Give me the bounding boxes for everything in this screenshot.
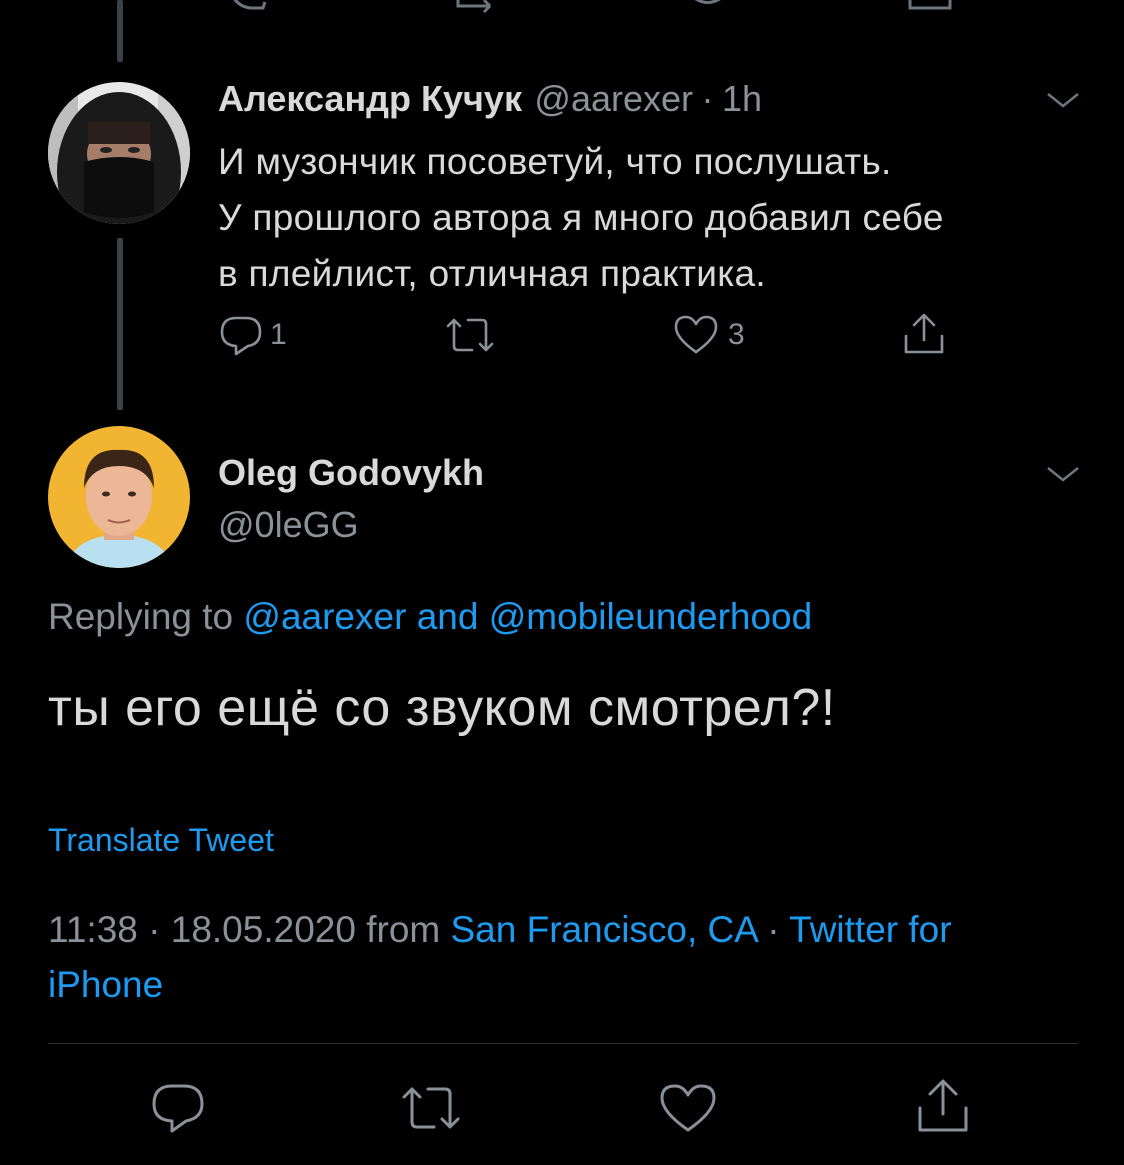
reply-tweet-menu-chevron-icon[interactable] [1044,88,1082,117]
retweet-icon[interactable] [450,0,510,15]
main-action-reply[interactable] [150,1080,206,1141]
main-action-like[interactable] [658,1080,718,1141]
tweet-time: 11:38 [48,909,138,950]
reply-author-name[interactable]: Александр Кучук [218,78,522,119]
like-icon [660,1084,716,1132]
reply-action-reply[interactable]: 1 [218,312,287,358]
previous-tweet-actions [225,0,985,15]
reply-action-like[interactable]: 3 [672,312,745,358]
thread-line-top [117,0,123,62]
replying-to-link-aarexer[interactable]: @aarexer [243,596,406,637]
actions-divider [48,1043,1078,1044]
share-icon [904,313,944,354]
tweet-from-label: from [366,909,441,950]
reply-tweet-time[interactable]: 1h [722,78,762,119]
tweet-time-dot: · [148,909,161,950]
reply-action-retweet[interactable] [442,312,498,358]
share-icon[interactable] [905,0,955,15]
reply-action-share[interactable] [900,310,948,358]
reply-tweet-text: И музончик посоветуй, что послушать. У п… [218,141,944,294]
tweet-date: 18.05.2020 [170,909,356,950]
main-author-name[interactable]: Oleg Godovykh [218,452,484,494]
like-icon[interactable] [680,0,740,15]
avatar-masked-person-icon [48,82,190,224]
avatar-person-icon [48,426,190,568]
translate-tweet-link[interactable]: Translate Tweet [48,822,274,859]
main-action-share[interactable] [914,1076,972,1141]
replying-to-line: Replying to @aarexer and @mobileunderhoo… [48,596,812,638]
reply-icon [220,316,262,356]
share-icon [918,1079,968,1132]
replying-prefix: Replying to [48,596,234,637]
reply-count: 1 [270,318,287,351]
replying-to-link-mobileunderhood[interactable]: @mobileunderhood [489,596,813,637]
replying-and[interactable]: and [417,596,479,637]
main-tweet-menu-chevron-icon[interactable] [1044,462,1082,491]
retweet-icon [402,1087,460,1129]
tweet-client-dot: · [767,909,780,950]
tweet-location-link[interactable]: San Francisco, CA [451,909,757,950]
reply-time-separator: · [701,78,714,119]
main-author-handle[interactable]: @0leGG [218,504,359,546]
main-author-avatar[interactable] [48,426,190,568]
retweet-icon [446,318,494,352]
main-tweet-text: ты его ещё со звуком смотрел?! [48,679,836,737]
reply-icon [152,1084,204,1133]
thread-line-middle [117,238,123,410]
like-icon [674,315,718,354]
like-count: 3 [728,318,745,351]
tweet-meta: 11:38 · 18.05.2020 from San Francisco, C… [48,902,1058,1012]
reply-icon[interactable] [225,0,275,15]
reply-author-avatar[interactable] [48,82,190,224]
main-action-retweet[interactable] [398,1080,464,1141]
reply-author-handle[interactable]: @aarexer [534,78,693,119]
reply-tweet-header: Александр Кучук @aarexer · 1h [218,78,762,120]
